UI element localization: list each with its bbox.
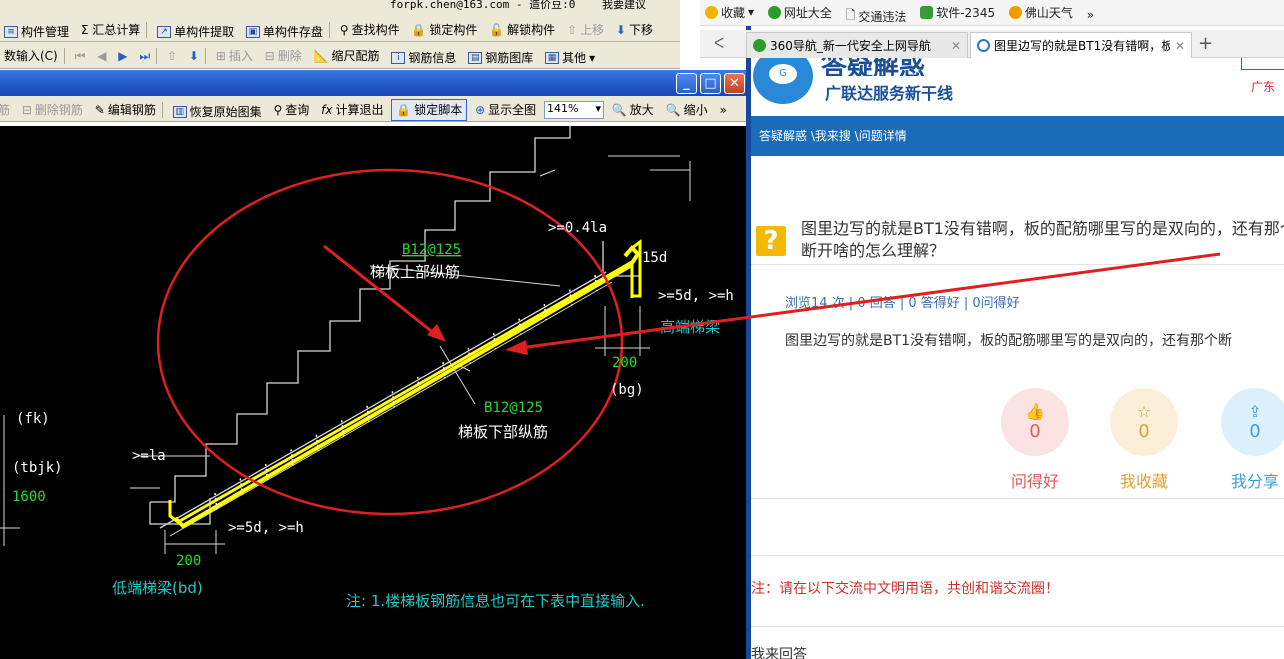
overlay-arrow (505, 252, 1221, 355)
red-arrowhead-2 (505, 340, 528, 355)
red-arrow-2 (519, 252, 1221, 350)
